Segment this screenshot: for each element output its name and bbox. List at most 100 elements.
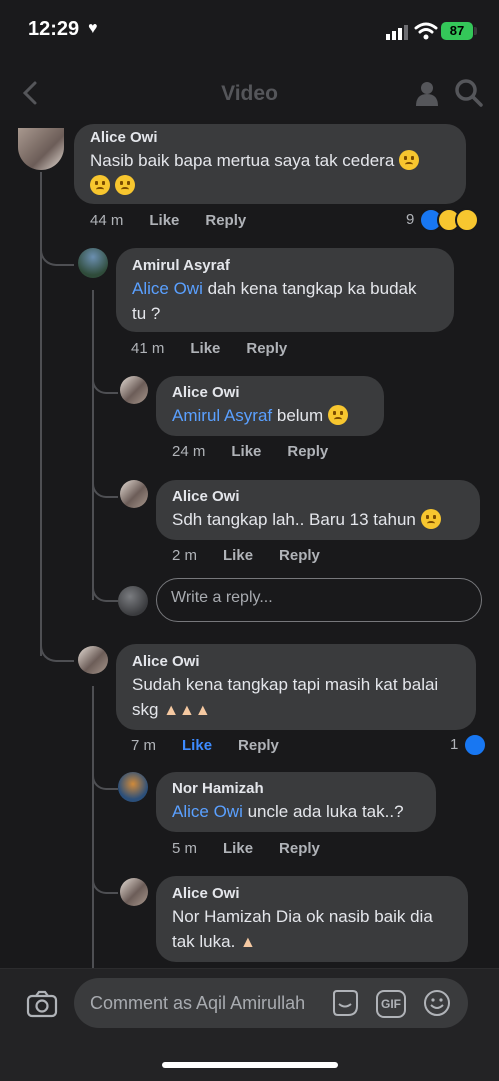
thread-curve bbox=[92, 572, 118, 602]
avatar[interactable] bbox=[118, 772, 148, 802]
thread-curve bbox=[40, 628, 74, 662]
comment-author[interactable]: Alice Owi bbox=[90, 128, 450, 148]
like-button[interactable]: Like bbox=[182, 737, 212, 754]
comment-author[interactable]: Alice Owi bbox=[172, 487, 464, 507]
reply-input[interactable]: Write a reply... bbox=[156, 578, 482, 622]
like-button[interactable]: Like bbox=[223, 840, 253, 857]
like-button[interactable]: Like bbox=[231, 443, 261, 460]
frowning-emoji-icon bbox=[327, 405, 348, 425]
like-button[interactable]: Like bbox=[149, 212, 179, 229]
comment-text: Alice Owi dah kena tangkap ka budak tu ? bbox=[132, 276, 438, 326]
mention-link[interactable]: Amirul Asyraf bbox=[172, 406, 272, 425]
battery-indicator: 87 bbox=[441, 22, 473, 40]
comment-time: 44 m bbox=[90, 212, 124, 229]
thread-curve bbox=[92, 364, 118, 394]
comment-body-continued: tak luka. bbox=[172, 932, 236, 951]
comment-bubble[interactable]: Alice Owi Sdh tangkap lah.. Baru 13 tahu… bbox=[156, 480, 480, 540]
camera-icon[interactable] bbox=[26, 990, 58, 1018]
pray-emoji-icon: ▲ bbox=[240, 934, 256, 951]
signal-icon bbox=[386, 24, 410, 40]
frowning-emoji-icon bbox=[420, 509, 441, 529]
emoji-icon[interactable] bbox=[422, 988, 452, 1018]
comment-time: 2 m bbox=[172, 547, 198, 564]
confounded-emoji-icon bbox=[114, 175, 135, 195]
confounded-emoji-icon bbox=[90, 175, 110, 195]
heart-icon: ♥ bbox=[88, 20, 98, 37]
reply-button[interactable]: Reply bbox=[238, 737, 279, 754]
avatar[interactable] bbox=[18, 128, 64, 170]
comment-text: Sdh tangkap lah.. Baru 13 tahun bbox=[172, 507, 464, 532]
comment-text: Nor Hamizah Dia ok nasib baik dia tak luk… bbox=[172, 904, 452, 955]
comment-time: 24 m bbox=[172, 443, 206, 460]
avatar[interactable] bbox=[78, 248, 108, 278]
comment-bubble[interactable]: Alice Owi Nor Hamizah Dia ok nasib baik … bbox=[156, 876, 468, 962]
reaction-summary[interactable]: 1 bbox=[450, 733, 487, 757]
comment-author[interactable]: Amirul Asyraf bbox=[132, 256, 438, 276]
comment-bubble[interactable]: Amirul Asyraf Alice Owi dah kena tangkap… bbox=[116, 248, 454, 332]
comment-actions: 41 m Like Reply bbox=[131, 340, 313, 357]
reply-button[interactable]: Reply bbox=[246, 340, 287, 357]
thread-line bbox=[92, 290, 94, 600]
wow-reaction-icon bbox=[454, 208, 479, 232]
reply-button[interactable]: Reply bbox=[279, 840, 320, 857]
thread-line bbox=[92, 686, 94, 968]
sticker-icon[interactable] bbox=[330, 988, 360, 1018]
avatar[interactable] bbox=[120, 376, 148, 404]
comment-text: Amirul Asyraf belum bbox=[172, 403, 368, 428]
my-avatar bbox=[118, 586, 148, 616]
comment-body: belum bbox=[272, 406, 324, 425]
comment-actions: 2 m Like Reply bbox=[172, 547, 346, 564]
comment-author[interactable]: Alice Owi bbox=[132, 652, 460, 672]
home-indicator bbox=[162, 1062, 338, 1068]
avatar[interactable] bbox=[120, 878, 148, 906]
status-time: 12:29 bbox=[28, 18, 80, 40]
comment-actions: 24 m Like Reply bbox=[172, 443, 354, 460]
thread-curve bbox=[92, 864, 118, 894]
comment-body: Nor Hamizah Dia ok nasib baik dia bbox=[172, 907, 433, 926]
pray-emoji-icon: ▲▲▲ bbox=[163, 702, 211, 719]
reaction-count: 1 bbox=[450, 736, 459, 754]
comment-actions: 5 m Like Reply bbox=[172, 840, 346, 857]
wifi-icon bbox=[414, 22, 438, 40]
comment-text: Nasib baik bapa mertua saya tak cedera bbox=[90, 148, 450, 198]
thread-curve bbox=[92, 468, 118, 498]
reply-button[interactable]: Reply bbox=[287, 443, 328, 460]
avatar[interactable] bbox=[78, 646, 108, 674]
avatar[interactable] bbox=[120, 480, 148, 508]
comment-time: 5 m bbox=[172, 840, 198, 857]
comment-body-continued: skg bbox=[132, 700, 159, 719]
mention-link[interactable]: Alice Owi bbox=[172, 802, 243, 821]
reply-button[interactable]: Reply bbox=[279, 547, 320, 564]
gif-label: GIF bbox=[381, 997, 401, 1011]
search-icon[interactable] bbox=[454, 78, 484, 108]
comment-time: 7 m bbox=[131, 737, 157, 754]
like-button[interactable]: Like bbox=[190, 340, 220, 357]
comment-input[interactable]: Comment as Aqil Amirullah bbox=[74, 978, 468, 1028]
comment-actions: 7 m Like Reply bbox=[131, 737, 305, 754]
gif-button[interactable]: GIF bbox=[376, 990, 406, 1018]
comment-bubble[interactable]: Alice Owi Amirul Asyraf belum bbox=[156, 376, 384, 436]
mention-link[interactable]: Alice Owi bbox=[132, 279, 203, 298]
comment-body: dah kena tangkap ka budak bbox=[202, 279, 417, 298]
confounded-emoji-icon bbox=[399, 150, 420, 170]
comment-body: Sudah kena tangkap tapi masih kat balai bbox=[132, 675, 439, 694]
comment-author[interactable]: Alice Owi bbox=[172, 884, 452, 904]
comment-actions: 44 m Like Reply bbox=[90, 212, 272, 229]
like-reaction-icon bbox=[462, 733, 487, 757]
comment-bubble[interactable]: Nor Hamizah Alice Owi uncle ada luka tak… bbox=[156, 772, 436, 832]
comment-body-continued: tu ? bbox=[132, 304, 161, 323]
comment-author[interactable]: Alice Owi bbox=[172, 383, 368, 403]
comment-body: Nasib baik bapa mertua saya tak cedera bbox=[90, 151, 395, 170]
comment-input-placeholder: Comment as Aqil Amirullah bbox=[90, 993, 306, 1013]
comment-text: Sudah kena tangkap tapi masih kat balai s… bbox=[132, 672, 460, 723]
profile-icon[interactable] bbox=[414, 80, 440, 106]
reply-button[interactable]: Reply bbox=[205, 212, 246, 229]
battery-tip bbox=[474, 27, 477, 35]
comment-bubble[interactable]: Alice Owi Nasib baik bapa mertua saya ta… bbox=[74, 124, 466, 204]
like-button[interactable]: Like bbox=[223, 547, 253, 564]
reaction-count: 9 bbox=[406, 211, 415, 229]
thread-curve bbox=[92, 760, 118, 790]
comment-author[interactable]: Nor Hamizah bbox=[172, 779, 420, 799]
reaction-summary[interactable]: 9 bbox=[406, 208, 479, 232]
comment-bubble[interactable]: Alice Owi Sudah kena tangkap tapi masih … bbox=[116, 644, 476, 730]
